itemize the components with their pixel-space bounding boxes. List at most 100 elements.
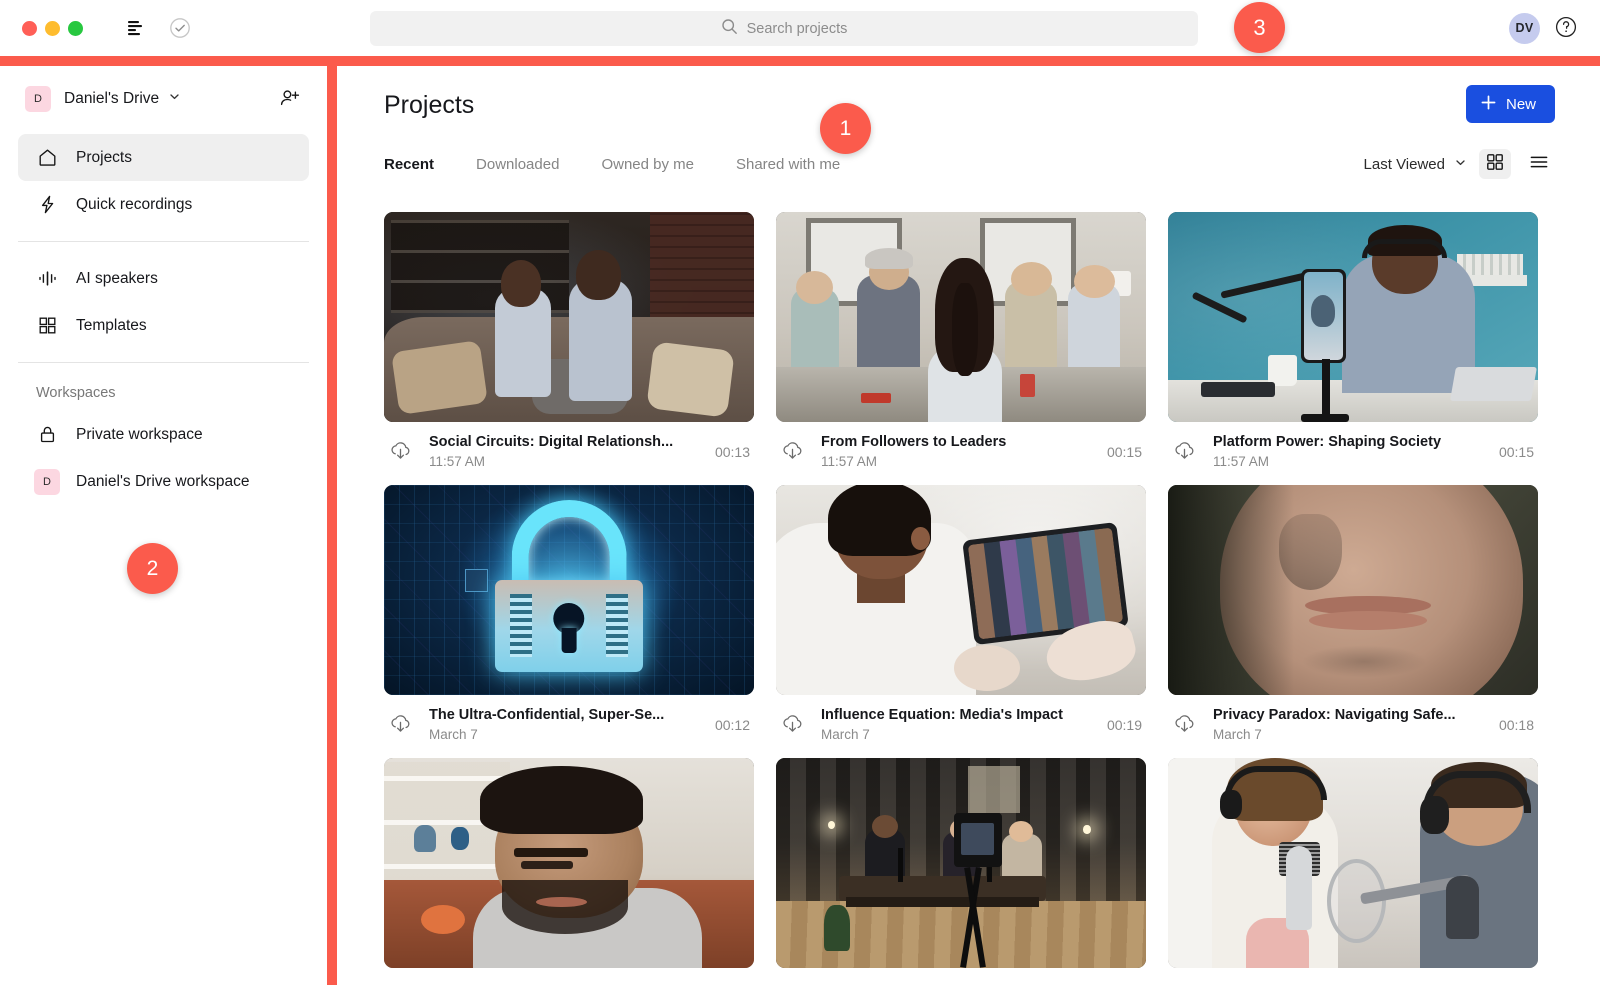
project-card[interactable]: The Ultra-Confidential, Super-Se... Marc… [384,485,754,742]
new-button-label: New [1505,95,1536,113]
project-title: Influence Equation: Media's Impact [821,707,1063,723]
sidebar: D Daniel's Drive Projects Quick recordin… [0,66,327,985]
page-title: Projects [384,91,475,119]
project-date: 11:57 AM [429,454,486,469]
minimize-window-button[interactable] [45,20,60,36]
thumbnail-art [1168,485,1538,695]
maximize-window-button[interactable] [68,20,83,36]
project-duration: 00:12 [714,716,750,733]
thumbnail-art [384,485,754,695]
grid-view-icon [1486,153,1504,176]
project-date: March 7 [1213,727,1262,742]
thumbnail-art [776,758,1146,968]
project-card[interactable]: Influence Equation: Media's Impact March… [776,485,1146,742]
avatar[interactable]: DV [1509,12,1540,44]
close-window-button[interactable] [22,20,37,36]
drive-selector[interactable]: D Daniel's Drive [18,78,309,120]
download-cloud-icon[interactable] [780,439,805,464]
view-controls: Last Viewed [1364,149,1555,179]
sidebar-item-label: Templates [76,316,147,334]
project-thumbnail[interactable] [776,212,1146,422]
tab-shared-with-me[interactable]: Shared with me [736,156,840,173]
project-duration: 00:15 [1106,443,1142,460]
project-card[interactable]: Platform Power: Shaping Society 11:57 AM… [1168,212,1538,469]
project-meta: From Followers to Leaders 11:57 AM 00:15 [776,422,1146,469]
help-circle-icon[interactable] [1554,15,1580,41]
list-view-button[interactable] [1523,149,1555,179]
panel-toggle-icon[interactable] [123,15,149,41]
sidebar-item-daniels-drive-workspace[interactable]: D Daniel's Drive workspace [18,458,309,505]
grid-squares-icon [36,315,58,337]
project-thumbnail[interactable] [384,485,754,695]
workspace-badge-letter: D [34,468,60,495]
sidebar-item-label: Private workspace [76,425,203,443]
sidebar-item-quick-recordings[interactable]: Quick recordings [18,181,309,228]
title-bar: Search projects DV [0,0,1600,56]
project-date: 11:57 AM [821,454,878,469]
sidebar-workspaces: Private workspace D Daniel's Drive works… [0,411,327,505]
check-circle-icon[interactable] [167,15,193,41]
search-input[interactable]: Search projects [370,11,1198,46]
project-text: Influence Equation: Media's Impact March… [821,707,1095,742]
project-thumbnail[interactable] [1168,485,1538,695]
project-card[interactable]: Social Circuits: Digital Relationsh... 1… [384,212,754,469]
project-thumbnail[interactable] [384,758,754,968]
project-duration: 00:15 [1498,443,1534,460]
annotation-marker-3: 3 [1234,2,1285,53]
workspace-badge: D [34,468,60,495]
workspaces-section-label: Workspaces [36,385,116,401]
tab-recent[interactable]: Recent [384,156,434,173]
project-card[interactable] [776,758,1146,968]
project-thumbnail[interactable] [1168,758,1538,968]
header-right-controls: DV [1509,0,1580,56]
sort-dropdown[interactable]: Last Viewed [1364,156,1467,173]
project-thumbnail[interactable] [776,758,1146,968]
sidebar-item-templates[interactable]: Templates [18,302,309,349]
chevron-down-icon [168,90,181,108]
annotation-marker-1: 1 [820,103,871,154]
project-title: The Ultra-Confidential, Super-Se... [429,707,665,723]
sidebar-item-projects[interactable]: Projects [18,134,309,181]
tabs-and-controls: Recent Downloaded Owned by me Shared wit… [384,149,1600,179]
project-meta: Social Circuits: Digital Relationsh... 1… [384,422,754,469]
sort-dropdown-label: Last Viewed [1363,155,1445,173]
project-meta: The Ultra-Confidential, Super-Se... Marc… [384,695,754,742]
thumbnail-art [1168,758,1538,968]
grid-view-button[interactable] [1479,149,1511,179]
project-thumbnail[interactable] [384,212,754,422]
project-card[interactable] [384,758,754,968]
download-cloud-icon[interactable] [780,712,805,737]
tab-owned-by-me[interactable]: Owned by me [601,156,694,173]
project-title: Platform Power: Shaping Society [1213,434,1442,450]
project-thumbnail[interactable] [776,485,1146,695]
thumbnail-art [1168,212,1538,422]
project-date: March 7 [429,727,478,742]
download-cloud-icon[interactable] [388,712,413,737]
project-thumbnail[interactable] [1168,212,1538,422]
project-card[interactable]: Privacy Paradox: Navigating Safe... Marc… [1168,485,1538,742]
annotation-marker-2: 2 [127,543,178,594]
project-meta: Privacy Paradox: Navigating Safe... Marc… [1168,695,1538,742]
project-date: March 7 [821,727,870,742]
sidebar-item-private-workspace[interactable]: Private workspace [18,411,309,458]
project-card[interactable]: From Followers to Leaders 11:57 AM 00:15 [776,212,1146,469]
download-cloud-icon[interactable] [1172,439,1197,464]
tab-downloaded[interactable]: Downloaded [476,156,559,173]
app-window: Search projects DV D Daniel's Drive Proj… [0,0,1600,985]
project-text: Social Circuits: Digital Relationsh... 1… [429,434,703,469]
sidebar-item-ai-speakers[interactable]: AI speakers [18,255,309,302]
add-person-icon[interactable] [278,87,302,111]
new-button[interactable]: New [1465,85,1555,123]
project-meta: Platform Power: Shaping Society 11:57 AM… [1168,422,1538,469]
project-title: Privacy Paradox: Navigating Safe... [1213,707,1456,723]
download-cloud-icon[interactable] [388,439,413,464]
download-cloud-icon[interactable] [1172,712,1197,737]
project-card[interactable] [1168,758,1538,968]
highlight-bar-horizontal [0,56,1600,66]
sidebar-divider-1 [18,241,309,242]
sidebar-item-label: Projects [76,148,132,166]
drive-name: Daniel's Drive [64,90,160,107]
project-text: Platform Power: Shaping Society 11:57 AM [1213,434,1487,469]
projects-grid: Social Circuits: Digital Relationsh... 1… [384,212,1600,968]
plus-icon [1480,94,1497,115]
